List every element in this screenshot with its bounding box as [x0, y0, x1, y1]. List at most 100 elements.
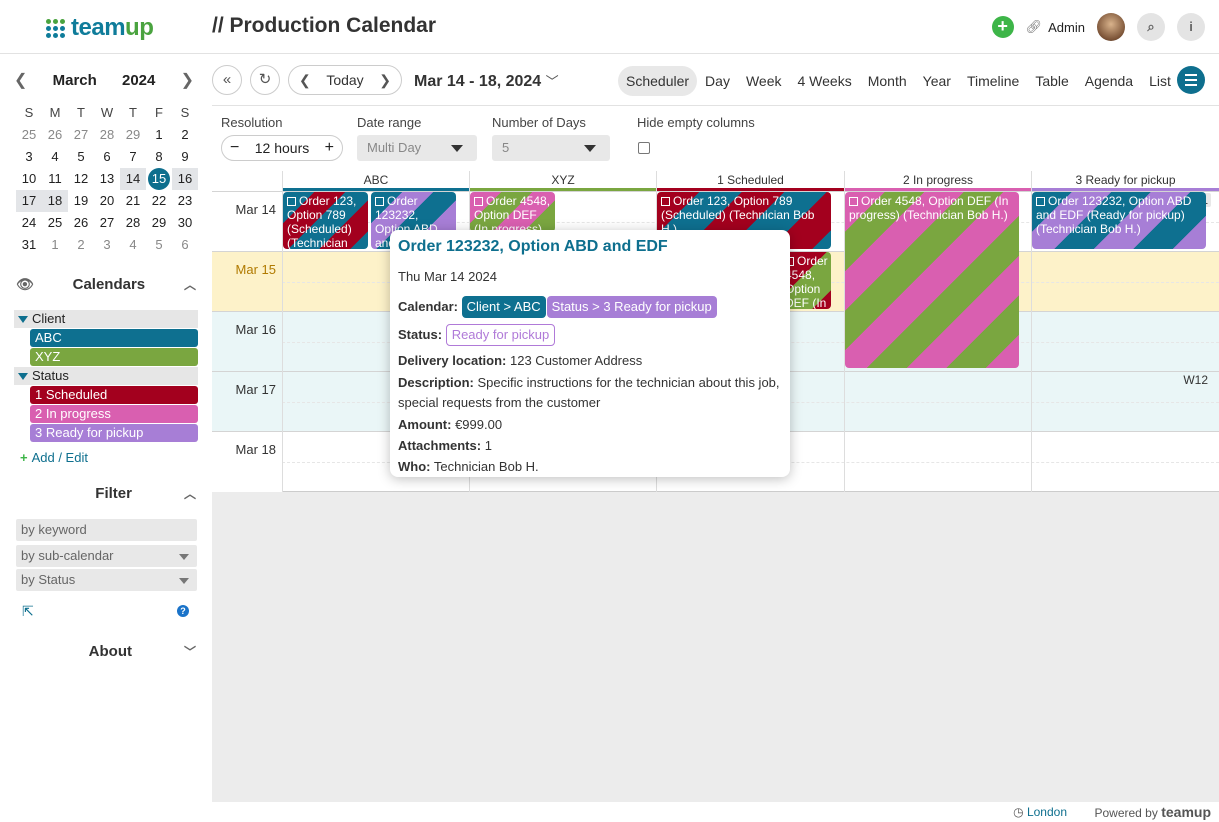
mini-calendar-day[interactable]: 16 [172, 168, 198, 190]
mini-calendar-day[interactable]: 2 [68, 234, 94, 256]
mini-calendar-day[interactable]: 23 [172, 190, 198, 212]
main-menu-button[interactable] [1177, 66, 1205, 94]
minus-button[interactable]: − [230, 139, 239, 157]
tab-4-weeks[interactable]: 4 Weeks [790, 66, 860, 96]
tab-month[interactable]: Month [860, 66, 915, 96]
hide-empty-columns-checkbox[interactable] [638, 142, 650, 154]
info-button[interactable]: i [1177, 13, 1205, 41]
mini-calendar-year[interactable]: 2024 [122, 72, 155, 89]
mini-calendar-day[interactable]: 7 [120, 146, 146, 168]
mini-calendar-day[interactable]: 27 [68, 124, 94, 146]
mini-calendar-day[interactable]: 3 [94, 234, 120, 256]
mini-calendar-day[interactable]: 15 [148, 168, 170, 190]
tab-list[interactable]: List [1141, 66, 1179, 96]
tab-timeline[interactable]: Timeline [959, 66, 1027, 96]
mini-calendar-day[interactable]: 14 [120, 168, 146, 190]
calendar-item[interactable]: 2 In progress [30, 405, 198, 423]
mini-calendar-day[interactable]: 11 [42, 168, 68, 190]
mini-calendar-day[interactable]: 6 [172, 234, 198, 256]
mini-calendar-day[interactable]: 4 [42, 146, 68, 168]
mini-calendar-day[interactable]: 28 [94, 124, 120, 146]
event[interactable]: Order 4548, Option DEF (In progress) (Te… [845, 192, 1019, 368]
mini-calendar-day[interactable]: 4 [120, 234, 146, 256]
mini-calendar-day[interactable]: 3 [16, 146, 42, 168]
mini-calendar-day[interactable]: 21 [120, 190, 146, 212]
mini-calendar-day[interactable]: 1 [42, 234, 68, 256]
avatar[interactable] [1097, 13, 1125, 41]
mini-calendar-day[interactable]: 13 [94, 168, 120, 190]
mini-calendar-day[interactable]: 22 [146, 190, 172, 212]
tab-table[interactable]: Table [1027, 66, 1076, 96]
admin-link[interactable]: 🔗︎ Admin [1026, 19, 1085, 35]
help-icon[interactable]: ? [177, 605, 189, 617]
prev-month-icon[interactable]: ❮ [14, 70, 27, 90]
mini-calendar-day[interactable]: 26 [42, 124, 68, 146]
calendar-group-status[interactable]: Status [14, 367, 198, 385]
tab-week[interactable]: Week [738, 66, 790, 96]
add-edit-link[interactable]: + Add / Edit [20, 450, 88, 465]
search-button[interactable]: ⌕ [1137, 13, 1165, 41]
mini-calendar-day[interactable]: 10 [16, 168, 42, 190]
tab-day[interactable]: Day [697, 66, 738, 96]
mini-calendar-day[interactable]: 20 [94, 190, 120, 212]
next-month-icon[interactable]: ❯ [181, 70, 194, 90]
number-of-days-select[interactable]: 5 [492, 135, 610, 161]
teamup-logo[interactable]: teamup [46, 14, 154, 42]
today-button[interactable]: Today [326, 72, 363, 88]
mini-calendar-day[interactable]: 6 [94, 146, 120, 168]
collapse-sidebar-button[interactable]: « [212, 65, 242, 95]
mini-calendar-day[interactable]: 30 [172, 212, 198, 234]
mini-calendar-day[interactable]: 29 [146, 212, 172, 234]
next-icon[interactable]: ❯ [379, 72, 391, 89]
collapse-icon[interactable]: ︿ [184, 276, 196, 293]
calendar-item[interactable]: XYZ [30, 348, 198, 366]
calendar-item[interactable]: 3 Ready for pickup [30, 424, 198, 442]
mini-calendar-day[interactable]: 26 [68, 212, 94, 234]
mini-calendar-day[interactable]: 1 [146, 124, 172, 146]
collapse-icon[interactable]: ︿ [184, 485, 196, 502]
timezone-link[interactable]: ◷ London [1013, 805, 1067, 819]
calendars-header[interactable]: 👁︎ Calendars ︿ [16, 276, 196, 293]
status-filter[interactable]: by Status [16, 569, 197, 591]
event[interactable]: Order 4548, Option DEF (In progress) [470, 192, 555, 232]
mini-calendar-day[interactable]: 24 [16, 212, 42, 234]
mini-calendar-day[interactable]: 28 [120, 212, 146, 234]
popup-title[interactable]: Order 123232, Option ABD and EDF [398, 238, 782, 256]
tab-scheduler[interactable]: Scheduler [618, 66, 698, 96]
mini-calendar-day[interactable]: 8 [146, 146, 172, 168]
tab-year[interactable]: Year [915, 66, 959, 96]
date-range-picker[interactable]: Mar 14 - 18, 2024 ﹀ [414, 71, 559, 91]
mini-calendar-month[interactable]: March [53, 72, 97, 89]
date-range-select[interactable]: Multi Day [357, 135, 477, 161]
plus-button[interactable]: + [325, 139, 334, 157]
calendar-item[interactable]: 1 Scheduled [30, 386, 198, 404]
popup-attachments-value[interactable]: 1 [485, 438, 492, 453]
calendar-group-client[interactable]: Client [14, 310, 198, 328]
mini-calendar-day[interactable]: 25 [16, 124, 42, 146]
mini-calendar-day[interactable]: 12 [68, 168, 94, 190]
keyword-filter-input[interactable]: by keyword [16, 519, 197, 541]
mini-calendar-day[interactable]: 25 [42, 212, 68, 234]
add-event-button[interactable]: + [991, 16, 1014, 38]
refresh-button[interactable]: ↻ [250, 65, 280, 95]
calendar-item[interactable]: ABC [30, 329, 198, 347]
filter-header[interactable]: Filter ︿ [16, 485, 196, 502]
mini-calendar-day[interactable]: 29 [120, 124, 146, 146]
powered-by[interactable]: Powered by teamup [1094, 804, 1211, 820]
share-icon[interactable]: ⇱ [22, 603, 34, 620]
tab-agenda[interactable]: Agenda [1077, 66, 1141, 96]
mini-calendar-day[interactable]: 19 [68, 190, 94, 212]
mini-calendar-day[interactable]: 27 [94, 212, 120, 234]
eye-icon[interactable]: 👁︎ [16, 276, 34, 293]
mini-calendar-day[interactable]: 5 [68, 146, 94, 168]
event[interactable]: Order 123, Option 789 (Scheduled) (Techn… [283, 192, 368, 249]
sub-calendar-filter[interactable]: by sub-calendar [16, 545, 197, 567]
event[interactable]: Order 123232, Option ABD and EDF (Ready … [1032, 192, 1206, 249]
mini-calendar-day[interactable]: 18 [42, 190, 68, 212]
about-header[interactable]: About ﹀ [16, 643, 196, 660]
expand-icon[interactable]: ﹀ [184, 643, 196, 660]
mini-calendar-day[interactable]: 31 [16, 234, 42, 256]
prev-icon[interactable]: ❮ [299, 72, 311, 89]
mini-calendar-day[interactable]: 17 [16, 190, 42, 212]
mini-calendar-day[interactable]: 5 [146, 234, 172, 256]
